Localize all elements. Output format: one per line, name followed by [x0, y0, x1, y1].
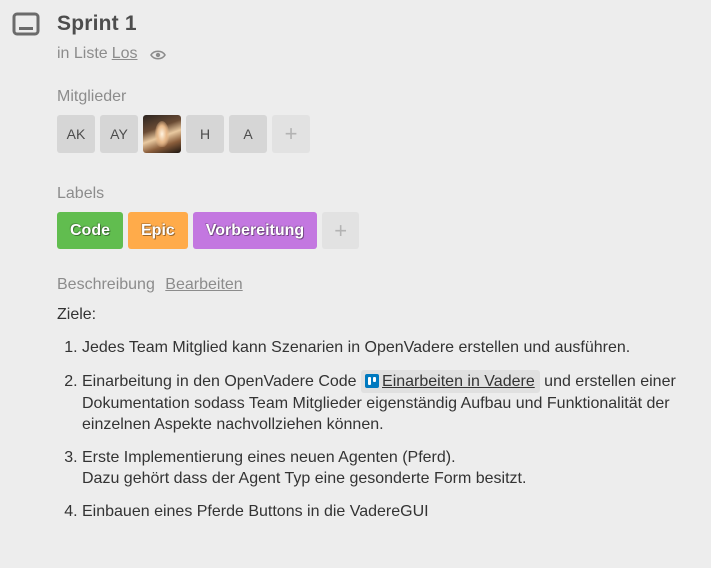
goals-list: Jedes Team Mitglied kann Szenarien in Op…	[57, 337, 697, 522]
list-prefix: in Liste	[57, 45, 108, 62]
description-header: Beschreibung Bearbeiten	[57, 276, 243, 294]
description-heading: Beschreibung	[57, 276, 155, 293]
goal-text-1: Jedes Team Mitglied kann Szenarien in Op…	[82, 339, 631, 356]
card-title[interactable]: Sprint 1	[57, 12, 137, 36]
goal-item-4: Einbauen eines Pferde Buttons in die Vad…	[82, 501, 697, 522]
label-code[interactable]: Code	[57, 212, 123, 249]
member-avatar-ay[interactable]: AY	[100, 115, 138, 153]
trello-icon	[365, 374, 380, 388]
goal-text-3-line1: Erste Implementierung eines neuen Agente…	[82, 449, 456, 466]
eye-icon[interactable]	[149, 48, 166, 60]
member-avatar-a[interactable]: A	[229, 115, 267, 153]
label-epic[interactable]: Epic	[128, 212, 188, 249]
goal-text-4: Einbauen eines Pferde Buttons in die Vad…	[82, 503, 429, 520]
goal-item-3: Erste Implementierung eines neuen Agente…	[82, 447, 697, 489]
avatar-image	[155, 121, 169, 147]
list-link[interactable]: Los	[112, 45, 138, 63]
member-avatar-h[interactable]: H	[186, 115, 224, 153]
label-vorbereitung[interactable]: Vorbereitung	[192, 212, 318, 249]
labels-list: Code Epic Vorbereitung +	[57, 212, 360, 249]
member-avatar-ak[interactable]: AK	[57, 115, 95, 153]
edit-description-link[interactable]: Bearbeiten	[165, 276, 242, 293]
card-icon	[12, 12, 40, 36]
goal-item-1: Jedes Team Mitglied kann Szenarien in Op…	[82, 337, 697, 358]
description-intro: Ziele:	[57, 306, 97, 323]
members-heading: Mitglieder	[57, 88, 127, 105]
add-label-button[interactable]: +	[322, 212, 360, 249]
description-body: Ziele: Jedes Team Mitglied kann Szenarie…	[57, 304, 697, 534]
linked-card-link[interactable]: Einarbeiten in Vadere	[361, 370, 540, 393]
goal-text-3-line2: Dazu gehört dass der Agent Typ eine geso…	[82, 470, 527, 487]
linked-card-title[interactable]: Einarbeiten in Vadere	[382, 373, 535, 390]
member-avatar-photo[interactable]	[143, 115, 181, 153]
members-list: AK AY H A +	[57, 115, 310, 153]
goal-item-2: Einarbeitung in den OpenVadere Code Eina…	[82, 370, 697, 435]
list-info: in Liste Los	[57, 45, 166, 63]
labels-heading: Labels	[57, 185, 105, 202]
add-member-button[interactable]: +	[272, 115, 310, 153]
goal-text-2-before: Einarbeitung in den OpenVadere Code	[82, 373, 362, 390]
